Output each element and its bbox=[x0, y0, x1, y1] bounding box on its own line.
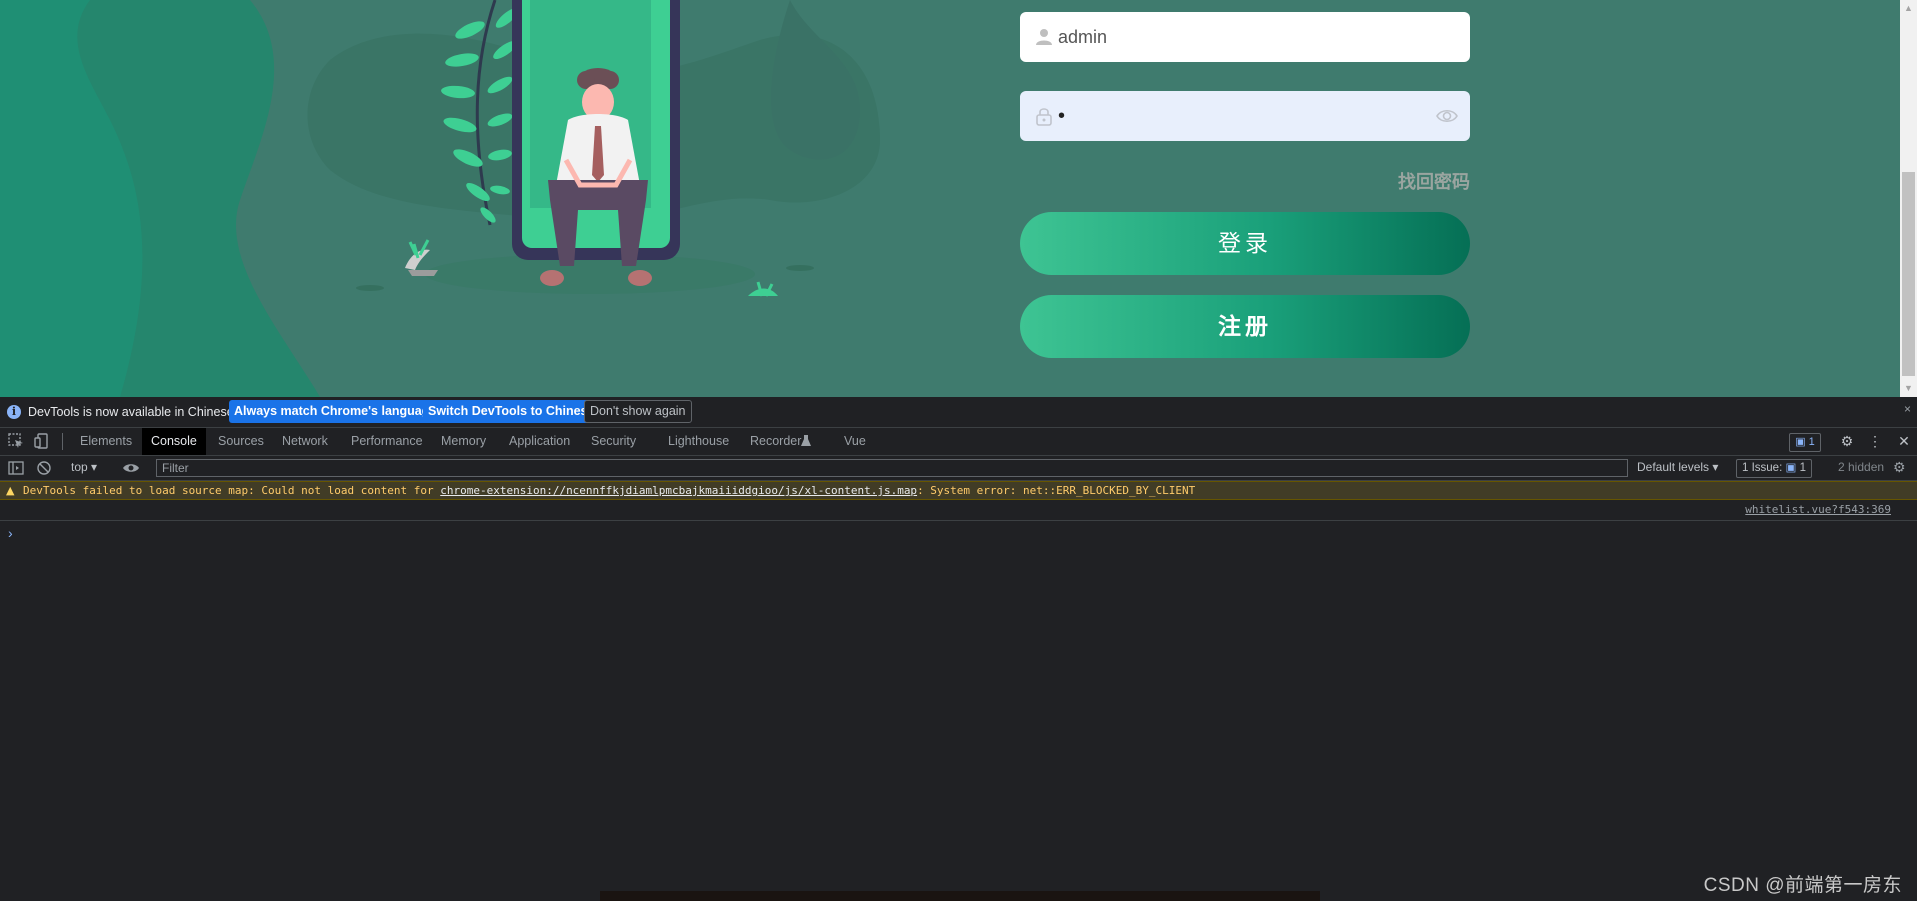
infobar-message: DevTools is now available in Chinese! bbox=[28, 405, 238, 419]
page-scrollbar[interactable]: ▲ ▼ bbox=[1900, 0, 1917, 397]
flask-icon bbox=[801, 435, 811, 446]
issues-badge[interactable]: ▣ 1 bbox=[1789, 433, 1821, 452]
source-location-link[interactable]: whitelist.vue?f543:369 bbox=[1745, 503, 1891, 516]
scroll-up-icon[interactable]: ▲ bbox=[1900, 0, 1917, 17]
console-toolbar: top ▾ Default levels ▾ 1 Issue: ▣ 1 2 hi… bbox=[0, 456, 1917, 481]
infobar-close-icon[interactable]: × bbox=[1904, 402, 1911, 416]
console-source-row: whitelist.vue?f543:369 bbox=[0, 500, 1917, 521]
watermark: CSDN @前端第一房东 bbox=[1703, 875, 1902, 896]
message-icon: ▣ bbox=[1785, 462, 1797, 474]
console-warning-message: ▲ DevTools failed to load source map: Co… bbox=[0, 481, 1917, 500]
warning-prefix: DevTools failed to load source map: Coul… bbox=[23, 484, 441, 497]
warning-icon: ▲ bbox=[6, 484, 15, 497]
tab-lighthouse[interactable]: Lighthouse bbox=[659, 428, 738, 455]
tab-application[interactable]: Application bbox=[500, 428, 579, 455]
console-input[interactable] bbox=[22, 524, 1872, 542]
tab-network[interactable]: Network bbox=[273, 428, 337, 455]
console-settings-gear-icon[interactable]: ⚙ bbox=[1893, 458, 1911, 476]
tab-vue[interactable]: Vue bbox=[835, 428, 875, 455]
lock-icon bbox=[1036, 108, 1052, 126]
console-prompt-icon: › bbox=[8, 525, 13, 541]
clear-console-icon[interactable] bbox=[35, 459, 53, 477]
console-filter-input[interactable] bbox=[156, 459, 1628, 477]
user-icon bbox=[1036, 29, 1052, 45]
toolbar-divider bbox=[62, 433, 63, 450]
switch-to-chinese-button[interactable]: Switch DevTools to Chinese bbox=[423, 400, 600, 423]
eye-icon[interactable] bbox=[1436, 107, 1458, 125]
username-field[interactable] bbox=[1020, 12, 1470, 62]
tab-performance[interactable]: Performance bbox=[342, 428, 432, 455]
message-icon: ▣ bbox=[1795, 436, 1806, 448]
tab-elements[interactable]: Elements bbox=[71, 428, 141, 455]
scrollbar-thumb[interactable] bbox=[1902, 172, 1915, 376]
info-icon: i bbox=[7, 405, 21, 419]
tab-console[interactable]: Console bbox=[142, 428, 206, 455]
background-illustration bbox=[0, 0, 1900, 397]
match-language-button[interactable]: Always match Chrome's language bbox=[229, 400, 442, 423]
password-field[interactable] bbox=[1020, 91, 1470, 141]
issues-badge-count: 1 bbox=[1808, 436, 1815, 448]
tab-memory[interactable]: Memory bbox=[432, 428, 495, 455]
tab-security[interactable]: Security bbox=[582, 428, 645, 455]
devtools-tabs: Elements Console Sources Network Perform… bbox=[0, 428, 1917, 456]
password-input[interactable] bbox=[1058, 91, 1418, 141]
more-options-icon[interactable]: ⋮ bbox=[1866, 432, 1884, 450]
tab-sources[interactable]: Sources bbox=[209, 428, 273, 455]
inspect-element-icon[interactable] bbox=[7, 432, 25, 450]
hidden-messages-count: 2 hidden bbox=[1838, 460, 1885, 474]
scroll-down-icon[interactable]: ▼ bbox=[1900, 380, 1917, 397]
language-infobar: i DevTools is now available in Chinese! … bbox=[0, 397, 1917, 428]
context-selector[interactable]: top ▾ bbox=[71, 460, 97, 474]
forgot-password-link[interactable]: 找回密码 bbox=[1370, 168, 1470, 194]
issues-button[interactable]: 1 Issue: ▣ 1 bbox=[1736, 459, 1812, 478]
username-input[interactable] bbox=[1058, 12, 1418, 62]
dont-show-again-button[interactable]: Don't show again bbox=[584, 400, 692, 423]
log-levels-dropdown[interactable]: Default levels ▾ bbox=[1637, 460, 1718, 474]
eye-icon[interactable] bbox=[122, 459, 140, 477]
devtools-panel: i DevTools is now available in Chinese! … bbox=[0, 397, 1917, 891]
warning-suffix: : System error: net::ERR_BLOCKED_BY_CLIE… bbox=[917, 484, 1196, 497]
device-toolbar-icon[interactable] bbox=[33, 432, 51, 450]
close-devtools-icon[interactable]: ✕ bbox=[1895, 432, 1913, 450]
gear-icon[interactable]: ⚙ bbox=[1838, 432, 1856, 450]
taskbar-strip bbox=[600, 891, 1320, 901]
page-viewport: 找回密码 登录 注册 ▲ ▼ bbox=[0, 0, 1917, 397]
login-button[interactable]: 登录 bbox=[1020, 212, 1470, 275]
sidebar-toggle-icon[interactable] bbox=[7, 459, 25, 477]
source-map-link[interactable]: chrome-extension://ncennffkjdiamlpmcbajk… bbox=[440, 484, 917, 497]
register-button[interactable]: 注册 bbox=[1020, 295, 1470, 358]
